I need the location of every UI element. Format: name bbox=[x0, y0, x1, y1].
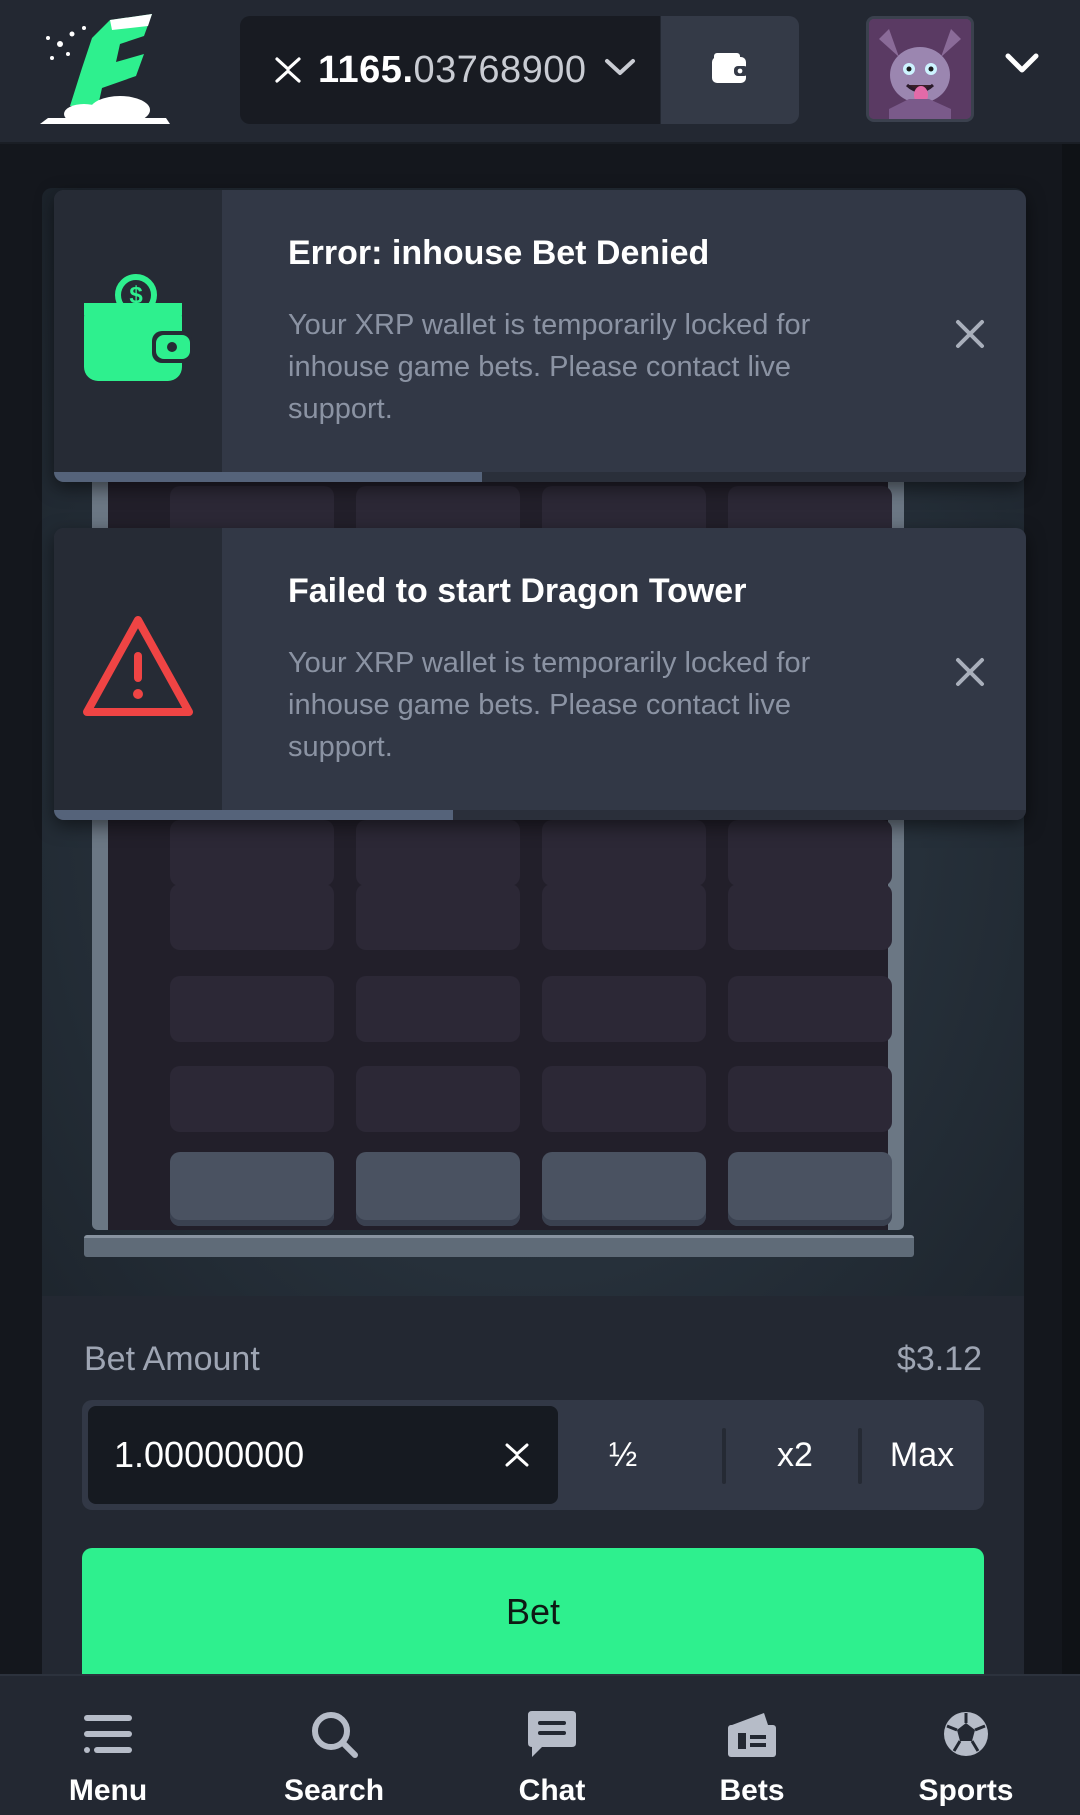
tower-base bbox=[84, 1235, 914, 1257]
divider bbox=[722, 1428, 726, 1484]
bet-amount-control: 1.00000000 ½ x2 Max bbox=[82, 1400, 984, 1510]
toast-icon-column: $ bbox=[54, 190, 222, 472]
wallet-icon bbox=[710, 51, 750, 90]
tower-tile-active[interactable] bbox=[728, 1152, 892, 1226]
bet-button[interactable]: Bet bbox=[82, 1548, 984, 1676]
tower-tile[interactable] bbox=[356, 976, 520, 1042]
nav-chat[interactable]: Chat bbox=[462, 1676, 642, 1815]
bet-usd-value: $3.12 bbox=[896, 1340, 982, 1378]
search-icon bbox=[309, 1708, 359, 1760]
nav-label: Search bbox=[283, 1774, 385, 1807]
nav-label: Bets bbox=[719, 1774, 785, 1807]
error-toast: Failed to start Dragon Tower Your XRP wa… bbox=[54, 528, 1026, 820]
toast-timer-fill bbox=[54, 472, 482, 482]
double-bet-button[interactable]: x2 bbox=[730, 1406, 860, 1504]
tower-tile[interactable] bbox=[728, 976, 892, 1042]
toast-timer-fill bbox=[54, 810, 453, 820]
toast-timer-track bbox=[54, 472, 1026, 482]
max-bet-button[interactable]: Max bbox=[862, 1406, 982, 1504]
bets-icon bbox=[724, 1708, 780, 1760]
bottom-nav: Menu Search Chat Bets Sports bbox=[0, 1674, 1080, 1815]
tower-tile[interactable] bbox=[356, 884, 520, 950]
nav-menu[interactable]: Menu bbox=[18, 1676, 198, 1815]
tower-tile[interactable] bbox=[356, 1066, 520, 1132]
tower-tile-active[interactable] bbox=[542, 1152, 706, 1226]
soccer-ball-icon bbox=[941, 1708, 991, 1760]
tower-tile[interactable] bbox=[356, 820, 520, 886]
user-avatar[interactable] bbox=[866, 16, 974, 122]
nav-bets[interactable]: Bets bbox=[662, 1676, 842, 1815]
menu-icon bbox=[80, 1708, 136, 1760]
bet-amount-input[interactable]: 1.00000000 bbox=[88, 1406, 558, 1504]
tower-tile[interactable] bbox=[170, 1066, 334, 1132]
tower-tile-active[interactable] bbox=[356, 1152, 520, 1226]
balance-selector[interactable]: 1165.03768900 bbox=[240, 16, 660, 124]
tower-tile[interactable] bbox=[170, 820, 334, 886]
tower-tile[interactable] bbox=[542, 976, 706, 1042]
bet-panel: Bet Amount $3.12 1.00000000 ½ x2 Max Bet bbox=[42, 1296, 1024, 1676]
chevron-down-icon[interactable] bbox=[1004, 52, 1040, 81]
nav-sports[interactable]: Sports bbox=[876, 1676, 1056, 1815]
warning-icon bbox=[81, 614, 195, 725]
nav-label: Sports bbox=[918, 1774, 1014, 1807]
site-logo[interactable] bbox=[40, 14, 176, 126]
error-toast: $ Error: inhouse Bet Denied Your XRP wal… bbox=[54, 190, 1026, 482]
toast-timer-track bbox=[54, 810, 1026, 820]
chevron-down-icon bbox=[603, 57, 637, 84]
toast-message: Your XRP wallet is temporarily locked fo… bbox=[288, 309, 811, 425]
scrollbar[interactable] bbox=[1062, 144, 1080, 1674]
tower-tile-active[interactable] bbox=[170, 1152, 334, 1226]
tower-tile[interactable] bbox=[728, 820, 892, 886]
tower-tile[interactable] bbox=[170, 976, 334, 1042]
toast-title: Error: inhouse Bet Denied bbox=[288, 234, 710, 272]
tower-tile[interactable] bbox=[542, 820, 706, 886]
close-icon[interactable] bbox=[950, 314, 990, 354]
wallet-button[interactable] bbox=[661, 16, 799, 124]
toast-title: Failed to start Dragon Tower bbox=[288, 572, 747, 610]
toast-icon-column bbox=[54, 528, 222, 810]
xrp-icon bbox=[502, 1440, 532, 1475]
wallet-dollar-icon: $ bbox=[82, 273, 194, 390]
bet-amount-value: 1.00000000 bbox=[114, 1434, 305, 1475]
balance-amount: 1165.03768900 bbox=[318, 48, 587, 91]
xrp-icon bbox=[266, 53, 310, 87]
tower-tile[interactable] bbox=[542, 884, 706, 950]
chat-icon bbox=[524, 1708, 580, 1760]
tower-tile[interactable] bbox=[728, 1066, 892, 1132]
nav-search[interactable]: Search bbox=[244, 1676, 424, 1815]
nav-label: Menu bbox=[68, 1774, 148, 1807]
bet-amount-label: Bet Amount bbox=[84, 1340, 260, 1378]
tower-tile[interactable] bbox=[542, 1066, 706, 1132]
tower-tile[interactable] bbox=[728, 884, 892, 950]
close-icon[interactable] bbox=[950, 652, 990, 692]
toast-message: Your XRP wallet is temporarily locked fo… bbox=[288, 647, 811, 763]
nav-label: Chat bbox=[518, 1774, 586, 1807]
half-bet-button[interactable]: ½ bbox=[558, 1406, 688, 1504]
tower-tile[interactable] bbox=[170, 884, 334, 950]
top-bar: 1165.03768900 bbox=[0, 0, 1080, 144]
